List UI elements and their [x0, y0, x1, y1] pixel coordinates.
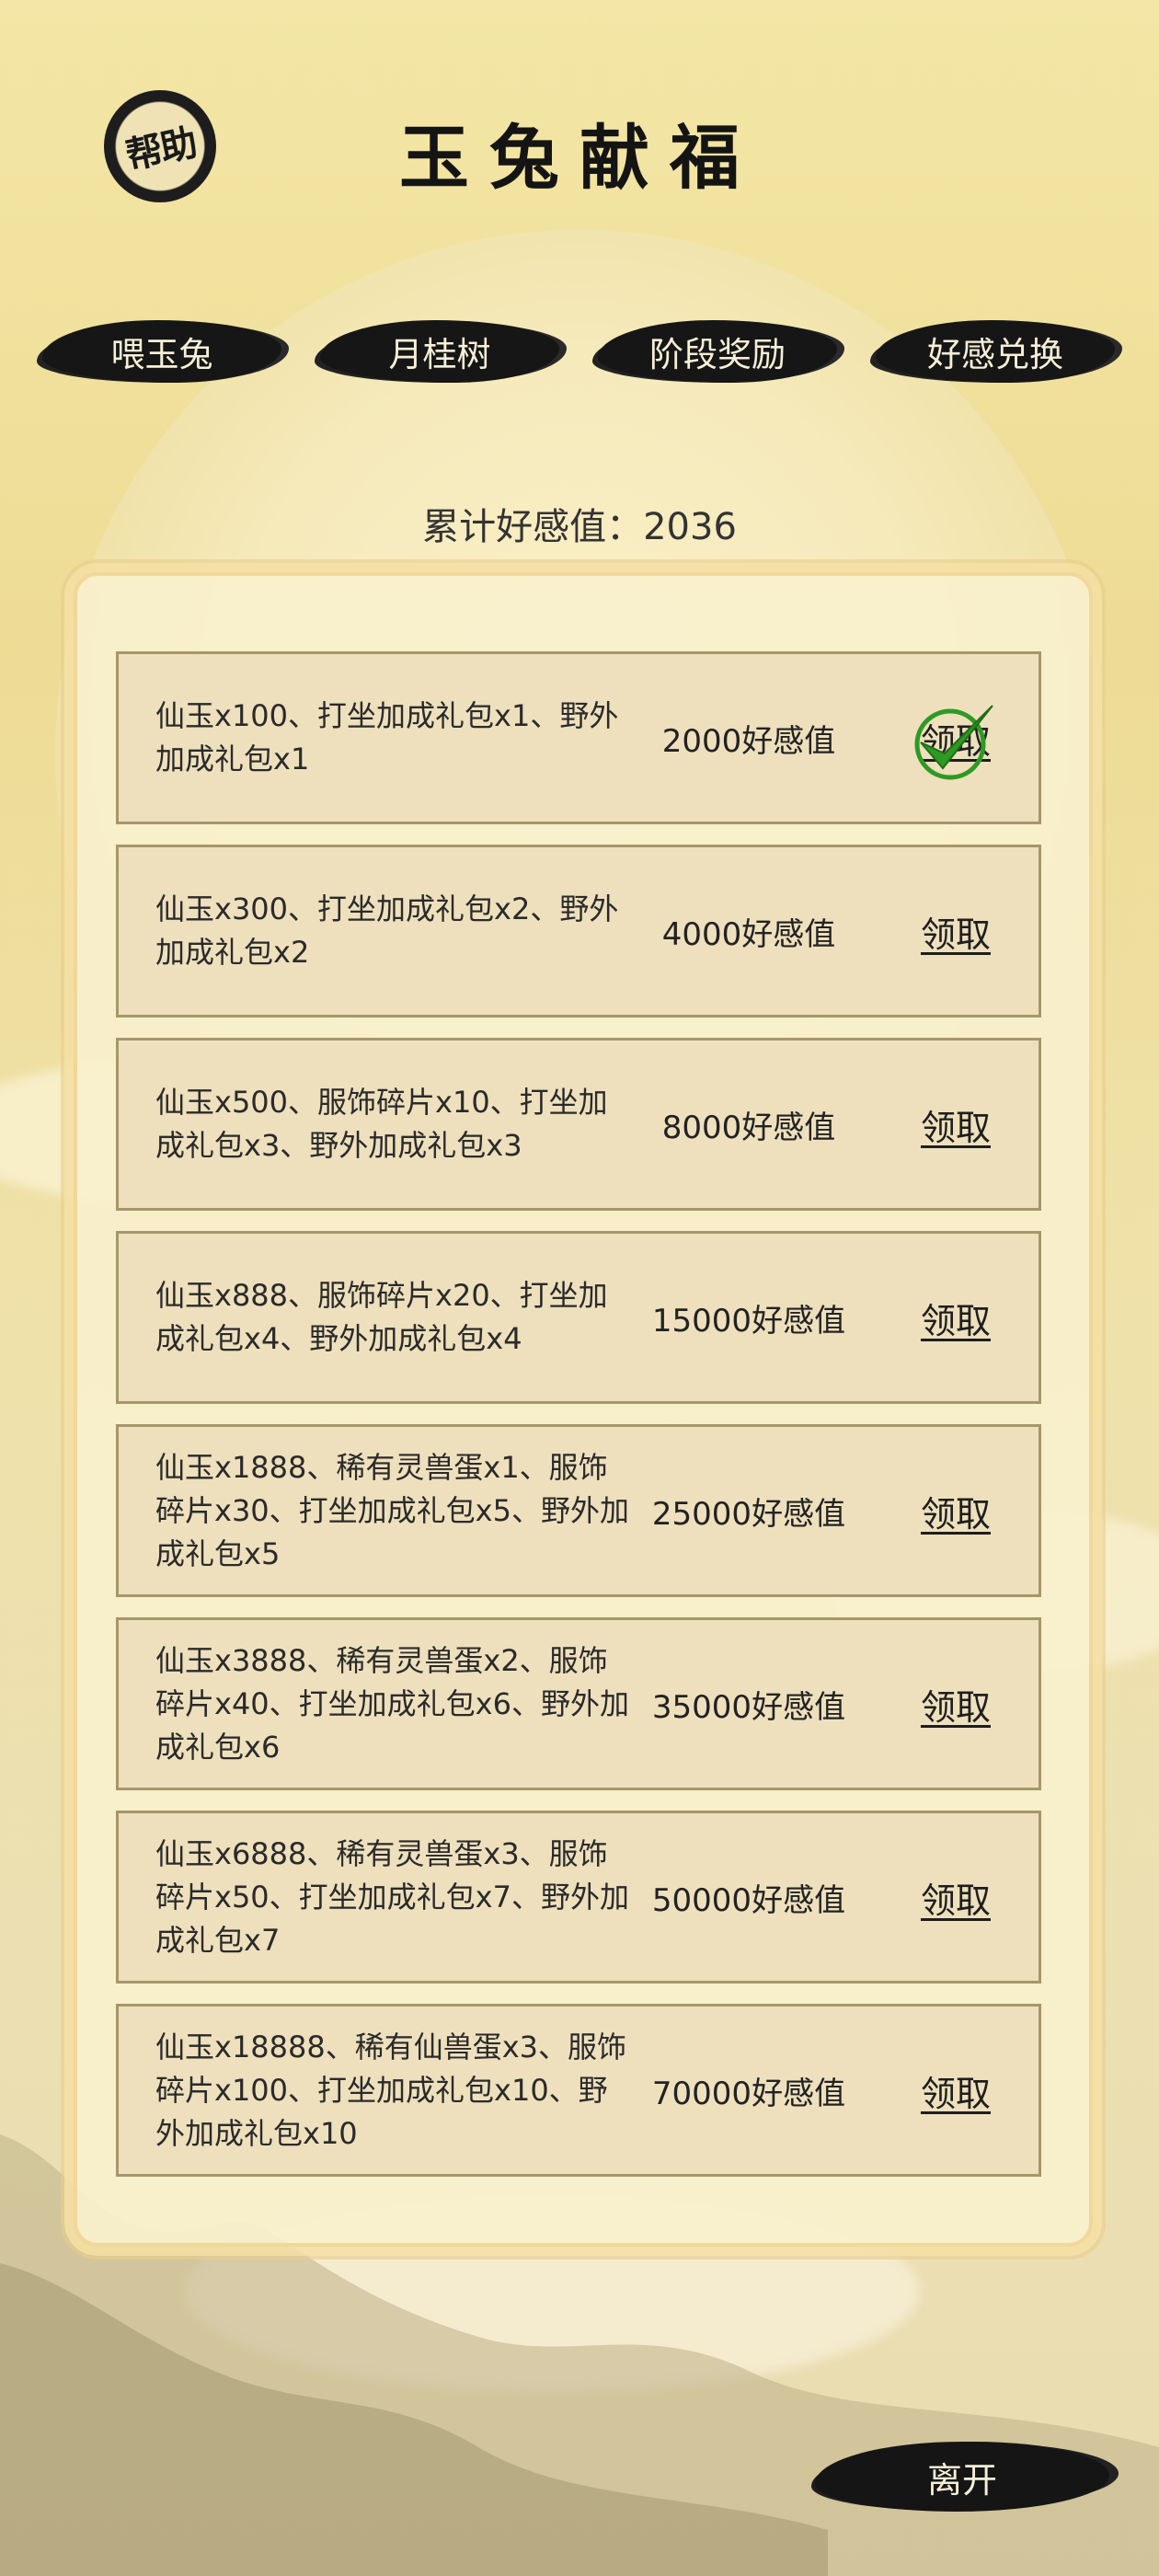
- tab-favor-exchange[interactable]: 好感兑换: [876, 311, 1115, 392]
- tab-label: 喂玉兔: [110, 335, 213, 374]
- reward-description: 仙玉x3888、稀有灵兽蛋x2、服饰碎片x40、打坐加成礼包x6、野外加成礼包x…: [155, 1642, 629, 1765]
- leave-button[interactable]: 离开: [815, 2434, 1109, 2519]
- reward-row: 仙玉x888、服饰碎片x20、打坐加成礼包x4、野外加成礼包x4 15000好感值…: [116, 1231, 1041, 1404]
- reward-description: 仙玉x888、服饰碎片x20、打坐加成礼包x4、野外加成礼包x4: [155, 1278, 608, 1356]
- required-favor: 25000好感值: [651, 1495, 846, 1533]
- leave-label: 离开: [926, 2459, 997, 2501]
- required-favor: 50000好感值: [651, 1881, 846, 1919]
- required-favor: 70000好感值: [651, 2075, 846, 2112]
- reward-description: 仙玉x100、打坐加成礼包x1、野外加成礼包x1: [155, 698, 619, 776]
- claim-button[interactable]: 领取: [901, 2007, 1011, 2174]
- reward-row: 仙玉x300、打坐加成礼包x2、野外加成礼包x2 4000好感值 领取: [116, 845, 1041, 1018]
- reward-row: 仙玉x1888、稀有灵兽蛋x1、服饰碎片x30、打坐加成礼包x5、野外加成礼包x…: [116, 1424, 1041, 1597]
- reward-description: 仙玉x300、打坐加成礼包x2、野外加成礼包x2: [155, 891, 619, 970]
- claim-button[interactable]: 领取: [901, 1041, 1011, 1208]
- reward-description: 仙玉x500、服饰碎片x10、打坐加成礼包x3、野外加成礼包x3: [155, 1085, 608, 1163]
- claim-button[interactable]: 领取: [901, 1813, 1011, 1981]
- claim-button[interactable]: 领取: [901, 1234, 1011, 1401]
- tab-laurel-tree[interactable]: 月桂树: [320, 311, 559, 392]
- reward-row: 仙玉x18888、稀有仙兽蛋x3、服饰碎片x100、打坐加成礼包x10、野外加成…: [116, 2004, 1041, 2177]
- claim-button[interactable]: 领取: [901, 1620, 1011, 1788]
- page-title: 玉兔献福: [399, 117, 760, 199]
- tab-label: 阶段奖励: [649, 335, 786, 374]
- tab-label: 好感兑换: [927, 335, 1063, 374]
- checkmark-icon: [914, 705, 993, 780]
- reward-row: 仙玉x3888、稀有灵兽蛋x2、服饰碎片x40、打坐加成礼包x6、野外加成礼包x…: [116, 1617, 1041, 1790]
- tab-label: 月桂树: [388, 335, 491, 374]
- claim-button[interactable]: 领取: [901, 1427, 1011, 1594]
- required-favor: 15000好感值: [651, 1302, 846, 1340]
- required-favor: 35000好感值: [651, 1688, 846, 1726]
- required-favor: 4000好感值: [661, 915, 836, 953]
- total-favor-label: 累计好感值：2036: [422, 506, 737, 548]
- reward-row: 仙玉x100、打坐加成礼包x1、野外加成礼包x1 2000好感值 领取: [116, 651, 1041, 824]
- reward-description: 仙玉x1888、稀有灵兽蛋x1、服饰碎片x30、打坐加成礼包x5、野外加成礼包x…: [155, 1449, 629, 1571]
- reward-description: 仙玉x6888、稀有灵兽蛋x3、服饰碎片x50、打坐加成礼包x7、野外加成礼包x…: [155, 1835, 629, 1958]
- required-favor: 2000好感值: [661, 722, 836, 760]
- claim-button[interactable]: 领取: [901, 847, 1011, 1015]
- reward-row: 仙玉x500、服饰碎片x10、打坐加成礼包x3、野外加成礼包x3 8000好感值 领…: [116, 1038, 1041, 1211]
- reward-row: 仙玉x6888、稀有灵兽蛋x3、服饰碎片x50、打坐加成礼包x7、野外加成礼包x…: [116, 1811, 1041, 1984]
- reward-description: 仙玉x18888、稀有仙兽蛋x3、服饰碎片x100、打坐加成礼包x10、野外加成…: [155, 2029, 627, 2151]
- tab-stage-rewards[interactable]: 阶段奖励: [598, 311, 837, 392]
- required-favor: 8000好感值: [661, 1109, 836, 1146]
- tab-feed-rabbit[interactable]: 喂玉兔: [42, 311, 281, 392]
